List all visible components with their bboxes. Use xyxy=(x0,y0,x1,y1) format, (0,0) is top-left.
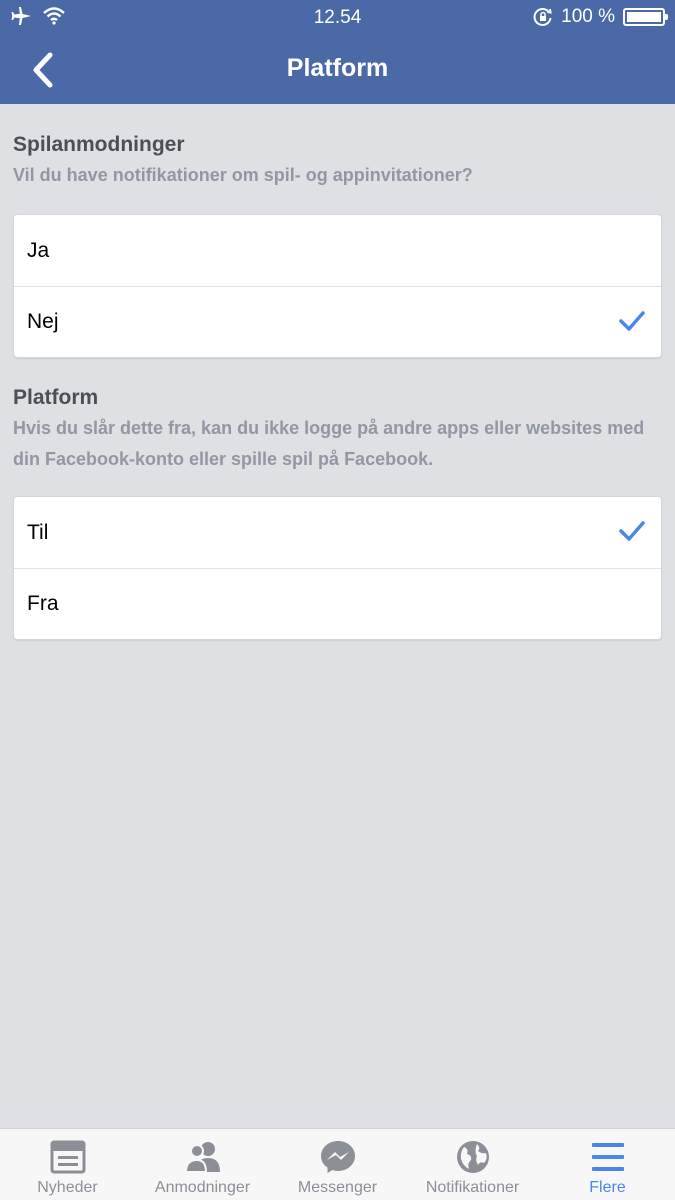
checkmark-icon xyxy=(619,521,645,541)
tab-label: Notifikationer xyxy=(425,1179,520,1196)
menu-icon xyxy=(591,1143,624,1171)
option-label: Fra xyxy=(27,592,59,615)
option-nej[interactable]: Nej xyxy=(14,286,661,357)
tab-messenger[interactable]: Messenger xyxy=(270,1129,405,1200)
messenger-icon xyxy=(320,1141,355,1173)
option-label: Til xyxy=(27,520,49,544)
section-title-platform: Platform xyxy=(13,386,99,409)
tab-notifikationer[interactable]: Notifikationer xyxy=(405,1129,540,1200)
tab-bar: Nyheder Anmodninger Messenger Notifikati… xyxy=(0,1128,675,1200)
battery-percent: 100 % xyxy=(561,6,615,27)
checkmark-icon xyxy=(619,311,645,331)
option-til[interactable]: Til xyxy=(14,497,661,568)
option-label: Ja xyxy=(27,238,50,262)
game-requests-options-card: Ja Nej xyxy=(13,214,662,358)
tab-flere[interactable]: Flere xyxy=(540,1129,675,1200)
platform-options-card: Til Fra xyxy=(13,496,662,640)
status-right: 100 % xyxy=(533,6,668,28)
battery-icon xyxy=(623,8,668,26)
option-fra[interactable]: Fra xyxy=(14,568,661,639)
option-ja[interactable]: Ja xyxy=(14,215,661,286)
section-description-game-requests: Vil du have notifikationer om spil- og a… xyxy=(13,165,473,185)
section-description-platform: Hvis du slår dette fra, kan du ikke logg… xyxy=(13,418,645,469)
section-title-game-requests: Spilanmodninger xyxy=(13,133,185,156)
tab-nyheder[interactable]: Nyheder xyxy=(0,1129,135,1200)
nav-bar: Platform xyxy=(0,36,675,104)
status-bar: 12.54 100 % xyxy=(0,0,675,36)
tab-label: Messenger xyxy=(297,1179,378,1196)
option-label: Nej xyxy=(27,310,59,333)
rotation-lock-icon xyxy=(533,8,552,26)
news-feed-icon xyxy=(50,1140,85,1174)
globe-icon xyxy=(456,1141,489,1173)
tab-anmodninger[interactable]: Anmodninger xyxy=(135,1129,270,1200)
page-title: Platform xyxy=(286,54,389,82)
tab-label: Nyheder xyxy=(37,1179,98,1196)
friend-requests-icon xyxy=(184,1142,220,1173)
header: 12.54 100 % Platform xyxy=(0,0,675,104)
tab-label: Anmodninger xyxy=(154,1179,251,1196)
tab-label: Flere xyxy=(589,1179,626,1196)
